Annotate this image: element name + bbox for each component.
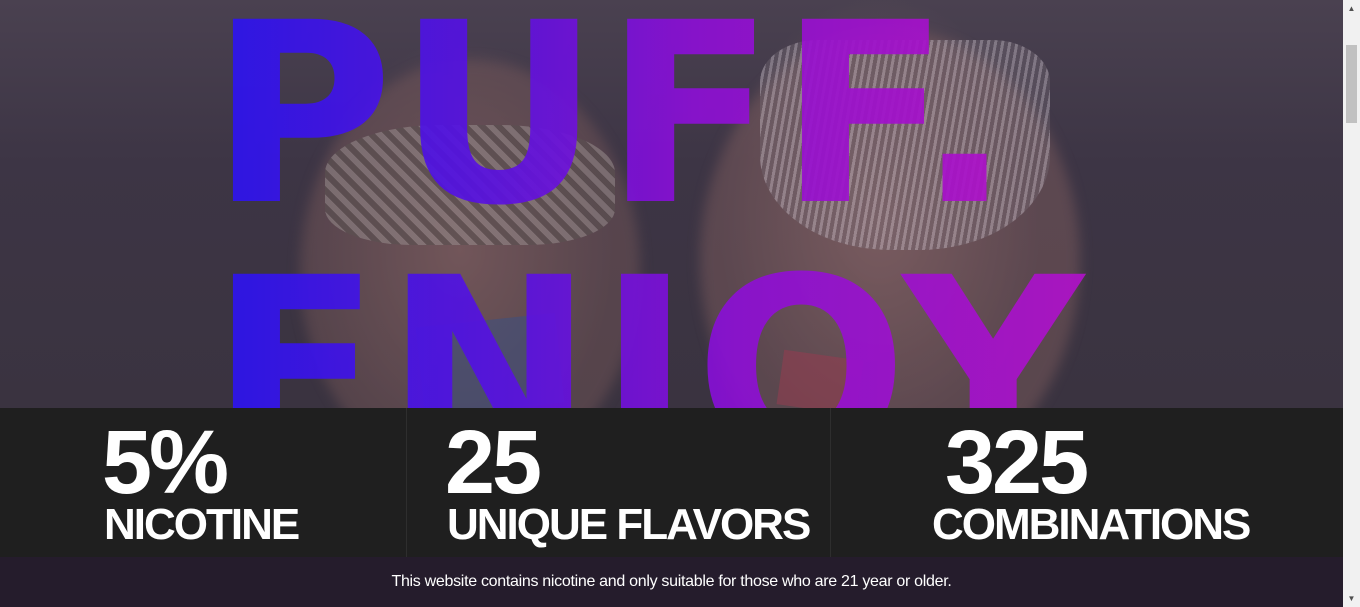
stat-value: 325	[945, 413, 1089, 513]
stat-label: UNIQUE FLAVORS	[447, 500, 811, 549]
stat-label: COMBINATIONS	[932, 500, 1251, 549]
age-notice-text: This website contains nicotine and only …	[391, 573, 952, 590]
stat-value: 5%	[102, 413, 229, 513]
stat-flavors: 25 UNIQUE FLAVORS	[406, 408, 830, 558]
hero-headline-line-2: ENJOY	[210, 245, 1088, 409]
age-notice-bar: This website contains nicotine and only …	[0, 557, 1343, 607]
stat-nicotine: 5% NICOTINE	[0, 408, 406, 558]
hero-headline-line-1: PUFF.	[210, 0, 1016, 240]
stat-value: 25	[445, 413, 542, 513]
hero-section: PUFF. ENJOY	[0, 0, 1343, 408]
stat-label: NICOTINE	[104, 500, 300, 549]
page: PUFF. ENJOY 5% NICOTINE 25 UNIQUE FLAVOR…	[0, 0, 1343, 607]
scroll-up-arrow-icon[interactable]: ▲	[1343, 0, 1360, 17]
scrollbar-thumb[interactable]	[1346, 45, 1357, 123]
stat-combinations: 325 COMBINATIONS	[830, 408, 1343, 558]
stats-band: 5% NICOTINE 25 UNIQUE FLAVORS 325 COMBIN…	[0, 408, 1343, 558]
page-scrollbar[interactable]: ▲ ▼	[1343, 0, 1360, 607]
scroll-down-arrow-icon[interactable]: ▼	[1343, 590, 1360, 607]
